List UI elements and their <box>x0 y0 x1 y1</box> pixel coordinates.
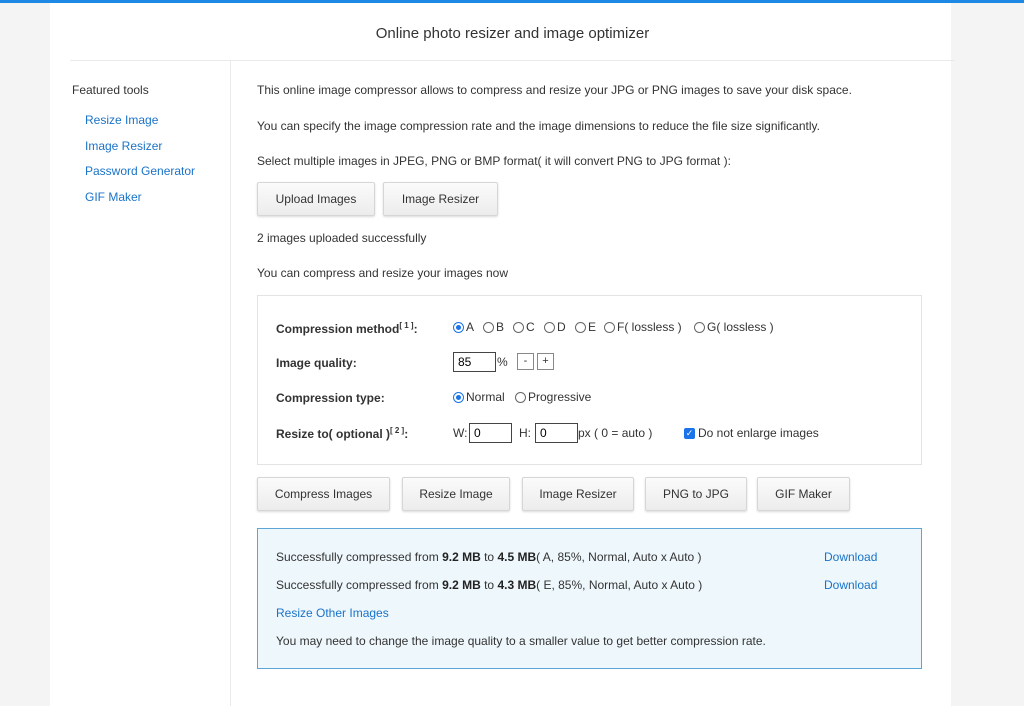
height-input[interactable]: 0 <box>535 423 578 443</box>
quality-unit: % <box>497 355 508 369</box>
results-panel: Successfully compressed from 9.2 MB to 4… <box>257 528 922 669</box>
width-input[interactable]: 0 <box>469 423 512 443</box>
radio-icon <box>604 321 615 333</box>
resize-other-images-link[interactable]: Resize Other Images <box>276 606 389 620</box>
method-radio-d[interactable]: D <box>544 320 566 334</box>
sidebar: Featured tools Resize Image Image Resize… <box>50 61 231 706</box>
type-radio-normal[interactable]: Normal <box>453 390 505 404</box>
type-radio-progressive[interactable]: Progressive <box>515 390 591 404</box>
image-resizer-button[interactable]: Image Resizer <box>383 182 498 216</box>
radio-selected-icon <box>453 391 464 403</box>
radio-selected-icon <box>453 321 464 333</box>
no-enlarge-checkbox[interactable]: ✓ Do not enlarge images <box>684 426 819 440</box>
sidebar-link-gif-maker[interactable]: GIF Maker <box>85 190 142 204</box>
compression-tip: You may need to change the image quality… <box>276 634 766 648</box>
resize-label: Resize to( optional )[ 2 ]: <box>276 426 409 441</box>
radio-icon <box>544 321 555 333</box>
result-row-2: Successfully compressed from 9.2 MB to 4… <box>276 578 703 592</box>
result-row-1: Successfully compressed from 9.2 MB to 4… <box>276 550 702 564</box>
method-radio-f[interactable]: F( lossless ) <box>604 320 682 334</box>
sidebar-link-password-generator[interactable]: Password Generator <box>85 164 195 178</box>
radio-icon <box>483 321 494 333</box>
sidebar-link-image-resizer[interactable]: Image Resizer <box>85 139 162 153</box>
quality-input[interactable]: 85 <box>453 352 496 372</box>
upload-status: 2 images uploaded successfully <box>257 231 427 245</box>
checkbox-checked-icon: ✓ <box>684 427 695 439</box>
intro-line-1: This online image compressor allows to c… <box>257 83 852 97</box>
gif-maker-button[interactable]: GIF Maker <box>757 477 850 511</box>
compression-type-label: Compression type: <box>276 391 385 405</box>
download-link-2[interactable]: Download <box>824 578 877 592</box>
png-to-jpg-button[interactable]: PNG to JPG <box>645 477 747 511</box>
method-radio-e[interactable]: E <box>575 320 596 334</box>
px-note: px ( 0 = auto ) <box>578 426 653 440</box>
method-radio-a[interactable]: A <box>453 320 474 334</box>
footnote-1: [ 1 ] <box>399 321 414 330</box>
radio-icon <box>513 321 524 333</box>
radio-icon <box>515 391 526 403</box>
method-radio-c[interactable]: C <box>513 320 535 334</box>
quality-increase-button[interactable]: + <box>537 353 554 370</box>
height-label: H: <box>519 426 531 440</box>
radio-icon <box>575 321 586 333</box>
sidebar-link-resize-image[interactable]: Resize Image <box>85 113 158 127</box>
method-radio-b[interactable]: B <box>483 320 504 334</box>
intro-line-3: Select multiple images in JPEG, PNG or B… <box>257 154 731 168</box>
compression-method-label: Compression method[ 1 ]: <box>276 321 418 336</box>
radio-icon <box>694 321 705 333</box>
footnote-2: [ 2 ] <box>390 426 405 435</box>
upload-images-button[interactable]: Upload Images <box>257 182 375 216</box>
method-radio-g[interactable]: G( lossless ) <box>694 320 774 334</box>
quality-decrease-button[interactable]: - <box>517 353 534 370</box>
compress-images-button[interactable]: Compress Images <box>257 477 390 511</box>
image-quality-label: Image quality: <box>276 356 357 370</box>
page-container: Online photo resizer and image optimizer… <box>50 3 955 706</box>
image-resizer-action-button[interactable]: Image Resizer <box>522 477 634 511</box>
ready-status: You can compress and resize your images … <box>257 266 509 280</box>
width-label: W: <box>453 426 468 440</box>
download-link-1[interactable]: Download <box>824 550 877 564</box>
resize-image-button[interactable]: Resize Image <box>402 477 510 511</box>
intro-line-2: You can specify the image compression ra… <box>257 119 820 133</box>
settings-panel: Compression method[ 1 ]: A B C D E F( lo… <box>257 295 922 465</box>
page-title: Online photo resizer and image optimizer <box>70 3 955 61</box>
sidebar-heading: Featured tools <box>72 83 149 97</box>
